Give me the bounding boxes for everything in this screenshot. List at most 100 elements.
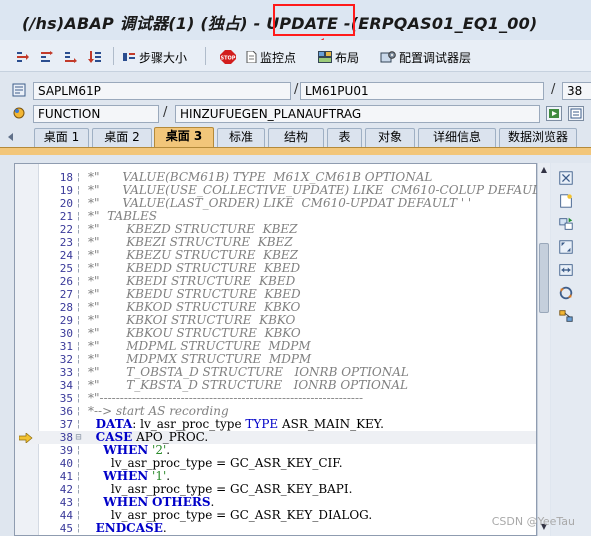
object-type-field[interactable]: FUNCTION xyxy=(33,105,159,123)
tab-structure[interactable]: 结构 xyxy=(268,128,324,147)
line-number: 43 xyxy=(59,496,73,509)
right-toolbar xyxy=(551,163,591,536)
step-into-icon xyxy=(17,52,29,62)
svg-text:STOP: STOP xyxy=(221,56,236,62)
fold-marker: ¦ xyxy=(75,393,82,404)
line-number: 25 xyxy=(59,262,73,275)
line-number: 35 xyxy=(59,392,73,405)
tab-data-explorer[interactable]: 数据浏览器 xyxy=(499,128,577,147)
fold-marker: ¦ xyxy=(75,367,82,378)
scroll-thumb[interactable] xyxy=(539,243,549,313)
desktop-tabs: 桌面 1 桌面 2 桌面 3 标准 结构 表 对象 详细信息 数据浏览器 xyxy=(0,127,591,147)
fold-marker: ¦ xyxy=(75,328,82,339)
include-field[interactable]: LM61PU01 xyxy=(300,82,544,100)
fold-marker: ⊟ xyxy=(75,432,82,443)
step-size-label: 步骤大小 xyxy=(139,50,188,65)
watchpoint-label: 监控点 xyxy=(260,50,297,65)
line-number: 36 xyxy=(59,405,73,418)
fold-marker: ¦ xyxy=(75,237,82,248)
fold-marker: ¦ xyxy=(75,276,82,287)
fold-marker: ¦ xyxy=(75,185,82,196)
title-suffix: -(ERPQAS01_EQ1_00) xyxy=(338,14,538,33)
line-number: 44 xyxy=(59,509,73,522)
program-field[interactable]: SAPLM61P xyxy=(33,82,291,100)
tab-desktop-1[interactable]: 桌面 1 xyxy=(34,128,89,147)
path-separator: / xyxy=(551,82,556,97)
line-number: 30 xyxy=(59,327,73,340)
step-over-button[interactable] xyxy=(40,49,54,65)
step-return-icon xyxy=(65,52,77,63)
source-code-editor[interactable]: 18 ¦ *" VALUE(BCM61B) TYPE M61X_CM61B OPTI… xyxy=(14,163,554,536)
watermark: CSDN @YeeTau xyxy=(491,515,575,528)
line-number: 40 xyxy=(59,457,73,470)
fold-marker: ¦ xyxy=(75,523,82,534)
path-separator: / xyxy=(294,82,299,97)
fold-marker: ¦ xyxy=(75,341,82,352)
toolbar-separator xyxy=(113,47,114,65)
continue-icon xyxy=(88,51,101,63)
line-number: 21 xyxy=(59,210,73,223)
debugger-toolbar: 步骤大小 STOP 监控点 布局 配置调试器层 xyxy=(0,40,591,72)
program-row: SAPLM61P / LM61PU01 / 38 xyxy=(0,80,591,102)
line-number: 37 xyxy=(59,418,73,431)
swap-tool-icon[interactable] xyxy=(556,261,576,279)
fold-marker: ¦ xyxy=(75,510,82,521)
function-module-icon xyxy=(13,107,25,119)
fold-marker: ¦ xyxy=(75,302,82,313)
refresh-icon[interactable] xyxy=(546,106,562,121)
watchpoint-button[interactable]: 监控点 xyxy=(246,49,296,65)
line-number: 24 xyxy=(59,249,73,262)
fold-marker: ¦ xyxy=(75,263,82,274)
current-statement-arrow-icon xyxy=(19,433,33,443)
line-number-field[interactable]: 38 xyxy=(562,82,591,100)
line-number: 39 xyxy=(59,444,73,457)
line-number: 23 xyxy=(59,236,73,249)
stop-button[interactable]: STOP xyxy=(220,49,236,65)
layout-button[interactable]: 布局 xyxy=(318,49,359,65)
layout-label: 布局 xyxy=(335,50,360,65)
fold-marker: ¦ xyxy=(75,211,82,222)
editor-scrollbar[interactable]: ▲ ▼ xyxy=(537,163,550,536)
line-number: 41 xyxy=(59,470,73,483)
close-tool-icon[interactable] xyxy=(556,169,576,187)
tab-scroll-left-icon[interactable] xyxy=(6,132,16,142)
program-icon xyxy=(12,83,26,97)
step-size-icon xyxy=(123,53,135,61)
line-number: 27 xyxy=(59,288,73,301)
line-number: 45 xyxy=(59,522,73,535)
fold-marker: ¦ xyxy=(75,445,82,456)
settings-tool-icon[interactable] xyxy=(556,307,576,325)
scroll-up-icon[interactable]: ▲ xyxy=(538,165,550,177)
configure-layers-button[interactable]: 配置调试器层 xyxy=(380,49,471,65)
line-number: 33 xyxy=(59,366,73,379)
path-separator: / xyxy=(163,105,168,120)
line-number: 32 xyxy=(59,353,73,366)
tab-object[interactable]: 对象 xyxy=(365,128,415,147)
tab-desktop-3[interactable]: 桌面 3 xyxy=(154,127,214,147)
function-row: FUNCTION / HINZUFUEGEN_PLANAUFTRAG xyxy=(0,103,591,125)
services-tool-icon[interactable] xyxy=(556,284,576,302)
layout-icon xyxy=(318,51,332,63)
step-size-button[interactable]: 步骤大小 xyxy=(122,49,187,65)
fold-marker: ¦ xyxy=(75,289,82,300)
tab-details[interactable]: 详细信息 xyxy=(418,128,496,147)
update-highlight-box xyxy=(273,4,355,36)
function-name-field[interactable]: HINZUFUEGEN_PLANAUFTRAG xyxy=(175,105,540,123)
tab-table[interactable]: 表 xyxy=(327,128,362,147)
source-code-icon[interactable] xyxy=(568,106,584,121)
active-tab-strip xyxy=(0,147,591,155)
fold-marker: ¦ xyxy=(75,315,82,326)
step-return-button[interactable] xyxy=(64,49,78,65)
continue-button[interactable] xyxy=(88,49,102,65)
tab-desktop-2[interactable]: 桌面 2 xyxy=(92,128,152,147)
maximize-icon[interactable] xyxy=(556,238,576,256)
new-tool-icon[interactable] xyxy=(556,192,576,210)
code-line[interactable]: 45 ¦ ENDCASE. xyxy=(15,522,536,536)
step-single-button[interactable] xyxy=(16,49,30,65)
line-number: 31 xyxy=(59,340,73,353)
tab-standard[interactable]: 标准 xyxy=(217,128,265,147)
fold-marker: ¦ xyxy=(75,198,82,209)
line-number: 38 xyxy=(59,431,73,444)
fold-marker: ¦ xyxy=(75,380,82,391)
replace-tool-icon[interactable] xyxy=(556,215,576,233)
